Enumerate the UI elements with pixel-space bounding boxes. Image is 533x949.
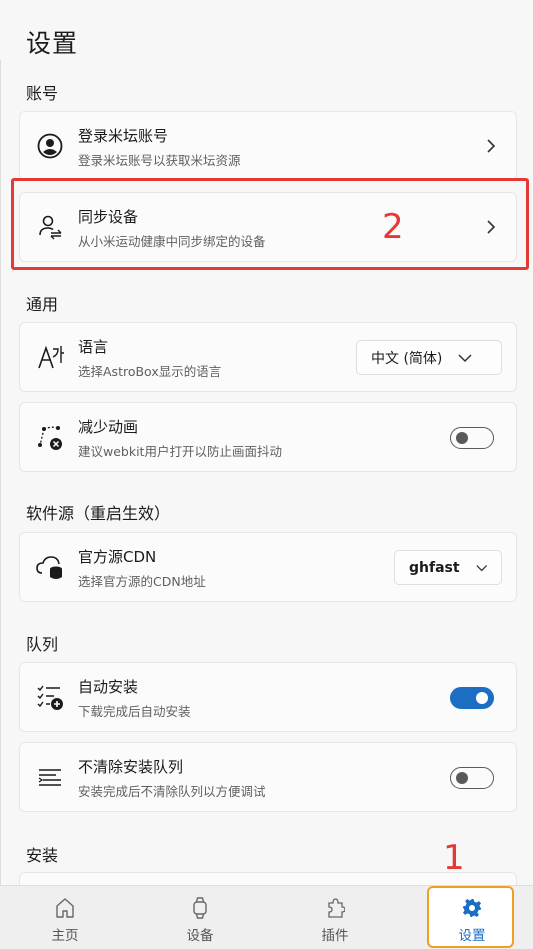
list-add-icon: [36, 683, 64, 711]
login-account-desc: 登录米坛账号以获取米坛资源: [78, 153, 241, 168]
motion-off-icon: [36, 423, 64, 451]
toggle-knob: [456, 432, 468, 444]
section-account: 账号: [26, 84, 59, 103]
cdn-label: 官方源CDN: [78, 548, 157, 566]
cdn-desc: 选择官方源的CDN地址: [78, 574, 206, 589]
auto-install-toggle[interactable]: [450, 687, 494, 709]
keep-queue-card: 不清除安装队列 安装完成后不清除队列以方便调试: [19, 742, 517, 812]
login-account-label: 登录米坛账号: [78, 127, 169, 145]
language-select[interactable]: 中文 (简体): [356, 340, 502, 375]
keep-queue-toggle[interactable]: [450, 767, 494, 789]
chevron-right-icon: [487, 139, 496, 153]
keep-queue-desc: 安装完成后不清除队列以方便调试: [78, 784, 266, 799]
section-queue: 队列: [26, 635, 59, 654]
tab-label: 插件: [321, 928, 349, 944]
settings-page: 设置 账号 登录米坛账号 登录米坛账号以获取米坛资源 同步设备 从小米运动健康中…: [0, 0, 533, 949]
section-install: 安装: [26, 846, 59, 865]
language-desc: 选择AstroBox显示的语言: [78, 364, 222, 379]
tab-plugins[interactable]: 插件: [292, 886, 378, 949]
cdn-card: 官方源CDN 选择官方源的CDN地址 ghfast: [19, 532, 517, 602]
tab-settings[interactable]: 设置: [427, 886, 514, 948]
tab-home[interactable]: 主页: [22, 886, 108, 949]
auto-install-card: 自动安装 下载完成后自动安装: [19, 662, 517, 732]
watch-icon: [193, 897, 207, 919]
cdn-select-value: ghfast: [409, 559, 460, 576]
keep-queue-label: 不清除安装队列: [78, 758, 184, 776]
annotation-number-1: 1: [443, 838, 465, 878]
tab-label: 设置: [458, 928, 486, 944]
cloud-database-icon: [36, 553, 64, 581]
tab-label: 主页: [51, 928, 79, 944]
gear-icon: [463, 899, 481, 917]
cdn-select[interactable]: ghfast: [394, 550, 502, 585]
section-general: 通用: [26, 295, 59, 314]
tab-label: 设备: [186, 928, 214, 944]
section-source: 软件源（重启生效）: [26, 504, 171, 523]
language-card: 语言 选择AstroBox显示的语言 中文 (简体): [19, 322, 517, 392]
reduce-motion-label: 减少动画: [78, 418, 139, 436]
translate-icon: [36, 343, 64, 371]
language-label: 语言: [78, 338, 109, 356]
reduce-motion-desc: 建议webkit用户打开以防止画面抖动: [78, 444, 282, 459]
text-lines-icon: [36, 763, 64, 791]
chevron-down-icon: [475, 564, 487, 571]
annotation-highlight-box: [11, 178, 529, 270]
toggle-knob: [456, 772, 468, 784]
annotation-number-2: 2: [382, 207, 404, 247]
puzzle-icon: [328, 898, 345, 918]
auto-install-desc: 下载完成后自动安装: [78, 704, 191, 719]
tab-devices[interactable]: 设备: [157, 886, 243, 949]
left-divider: [0, 60, 1, 890]
auto-install-label: 自动安装: [78, 678, 139, 696]
language-select-value: 中文 (简体): [371, 350, 443, 367]
home-icon: [56, 898, 74, 918]
account-circle-icon: [36, 132, 64, 160]
chevron-down-icon: [458, 353, 472, 362]
page-title: 设置: [26, 29, 79, 58]
reduce-motion-card: 减少动画 建议webkit用户打开以防止画面抖动: [19, 402, 517, 472]
reduce-motion-toggle[interactable]: [450, 427, 494, 449]
login-account-card[interactable]: 登录米坛账号 登录米坛账号以获取米坛资源: [19, 111, 517, 181]
tab-settings-inner: 设置: [429, 886, 515, 949]
toggle-knob: [476, 692, 488, 704]
